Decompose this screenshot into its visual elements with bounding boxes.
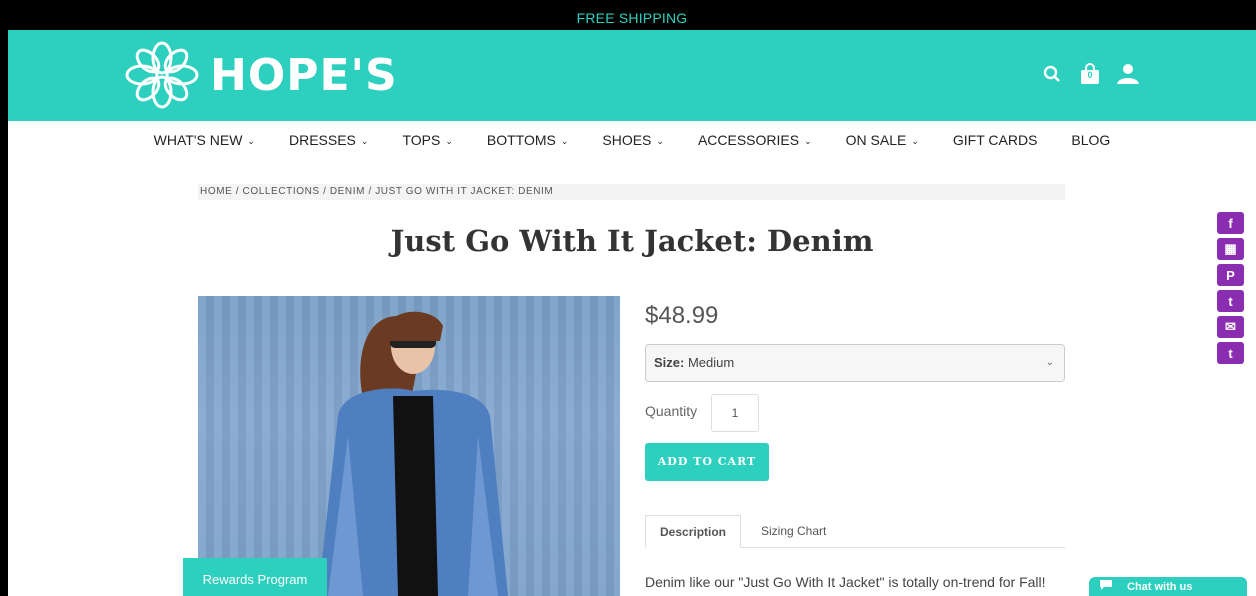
product-price: $48.99 <box>645 302 719 329</box>
tumblr-icon[interactable]: t <box>1217 342 1244 364</box>
nav-item-accessories[interactable]: ACCESSORIES ⌄ <box>681 132 829 148</box>
product-title: Just Go With It Jacket: Denim <box>390 224 874 258</box>
nav-item-label: TOPS <box>402 132 441 148</box>
nav-item-bottoms[interactable]: BOTTOMS ⌄ <box>470 132 586 148</box>
tab-sizing-chart[interactable]: Sizing Chart <box>747 515 840 548</box>
tab-description[interactable]: Description <box>645 515 742 548</box>
nav-item-label: WHAT'S NEW <box>153 132 243 148</box>
rewards-program-button[interactable]: Rewards Program <box>183 558 327 596</box>
main-nav: WHAT'S NEW ⌄ DRESSES ⌄ TOPS ⌄ BOTTOMS ⌄ SHOES ⌄ AC… <box>8 121 1256 159</box>
nav-item-dresses[interactable]: DRESSES ⌄ <box>272 132 385 148</box>
nav-item-label: GIFT CARDS <box>952 132 1038 148</box>
chevron-down-icon: ⌄ <box>560 136 569 146</box>
nav-item-tops[interactable]: TOPS ⌄ <box>385 132 469 148</box>
grid-icon[interactable]: ▦ <box>1217 238 1244 260</box>
size-value: Medium <box>687 355 735 370</box>
size-select[interactable]: Size: Medium ⌄ <box>645 344 1065 382</box>
nav-item-label: SHOES <box>602 132 652 148</box>
nav-item-label: ON SALE <box>845 132 907 148</box>
nav-item-label: BLOG <box>1071 132 1111 148</box>
nav-item-on-sale[interactable]: ON SALE ⌄ <box>829 132 936 148</box>
chat-bubble-icon <box>1099 579 1113 594</box>
breadcrumb[interactable]: HOME / COLLECTIONS / DENIM / JUST GO WIT… <box>198 184 1065 200</box>
logo[interactable]: HOPE'S <box>116 40 398 110</box>
product-description: Denim like our "Just Go With It Jacket" … <box>645 574 1046 590</box>
chevron-down-icon: ⌄ <box>360 136 369 146</box>
nav-item-shoes[interactable]: SHOES ⌄ <box>585 132 681 148</box>
header-actions: 0 <box>1040 62 1140 86</box>
nav-item-label: BOTTOMS <box>486 132 556 148</box>
bag-icon[interactable]: 0 <box>1078 62 1102 86</box>
chat-button[interactable]: Chat with us <box>1089 577 1247 596</box>
shipping-banner: FREE SHIPPING <box>8 6 1256 30</box>
search-icon[interactable] <box>1040 62 1064 86</box>
cart-count: 0 <box>1087 70 1093 80</box>
product-image[interactable] <box>198 296 620 596</box>
chevron-down-icon: ⌄ <box>445 136 453 146</box>
user-icon[interactable] <box>1116 62 1140 86</box>
nav-item-label: ACCESSORIES <box>697 132 800 148</box>
site-header: HOPE'S 0 <box>8 30 1256 121</box>
model-figure <box>318 311 508 596</box>
chevron-down-icon: ⌄ <box>804 136 812 146</box>
chevron-down-icon: ⌄ <box>656 136 664 146</box>
share-bar: f ▦ Pt ✉ t <box>1217 212 1244 364</box>
page: FREE SHIPPING HOPE'S 0 WHAT'S NEW ⌄ DRES… <box>8 6 1256 596</box>
nav-item-what-s-new[interactable]: WHAT'S NEW ⌄ <box>137 132 272 148</box>
chat-label: Chat with us <box>1127 580 1193 593</box>
brand-name: HOPE'S <box>210 49 398 101</box>
nav-item-blog[interactable]: BLOG <box>1054 132 1127 148</box>
flower-logo-icon <box>125 41 199 109</box>
quantity-input[interactable]: 1 <box>711 394 759 432</box>
quantity-label: Quantity <box>645 403 698 419</box>
product-tabs: Description Sizing Chart <box>645 515 1065 548</box>
twitter-icon[interactable]: t <box>1217 290 1244 312</box>
facebook-icon[interactable]: f <box>1217 212 1244 234</box>
size-label: Size: <box>654 355 685 370</box>
add-to-cart-button[interactable]: ADD TO CART <box>645 443 769 481</box>
pinterest-icon[interactable]: P <box>1217 264 1244 286</box>
chevron-down-icon: ⌄ <box>247 136 255 146</box>
nav-item-gift-cards[interactable]: GIFT CARDS <box>936 132 1055 148</box>
email-icon[interactable]: ✉ <box>1217 316 1244 338</box>
chevron-down-icon: ⌄ <box>1045 357 1054 368</box>
nav-item-label: DRESSES <box>288 132 356 148</box>
chevron-down-icon: ⌄ <box>911 136 919 146</box>
